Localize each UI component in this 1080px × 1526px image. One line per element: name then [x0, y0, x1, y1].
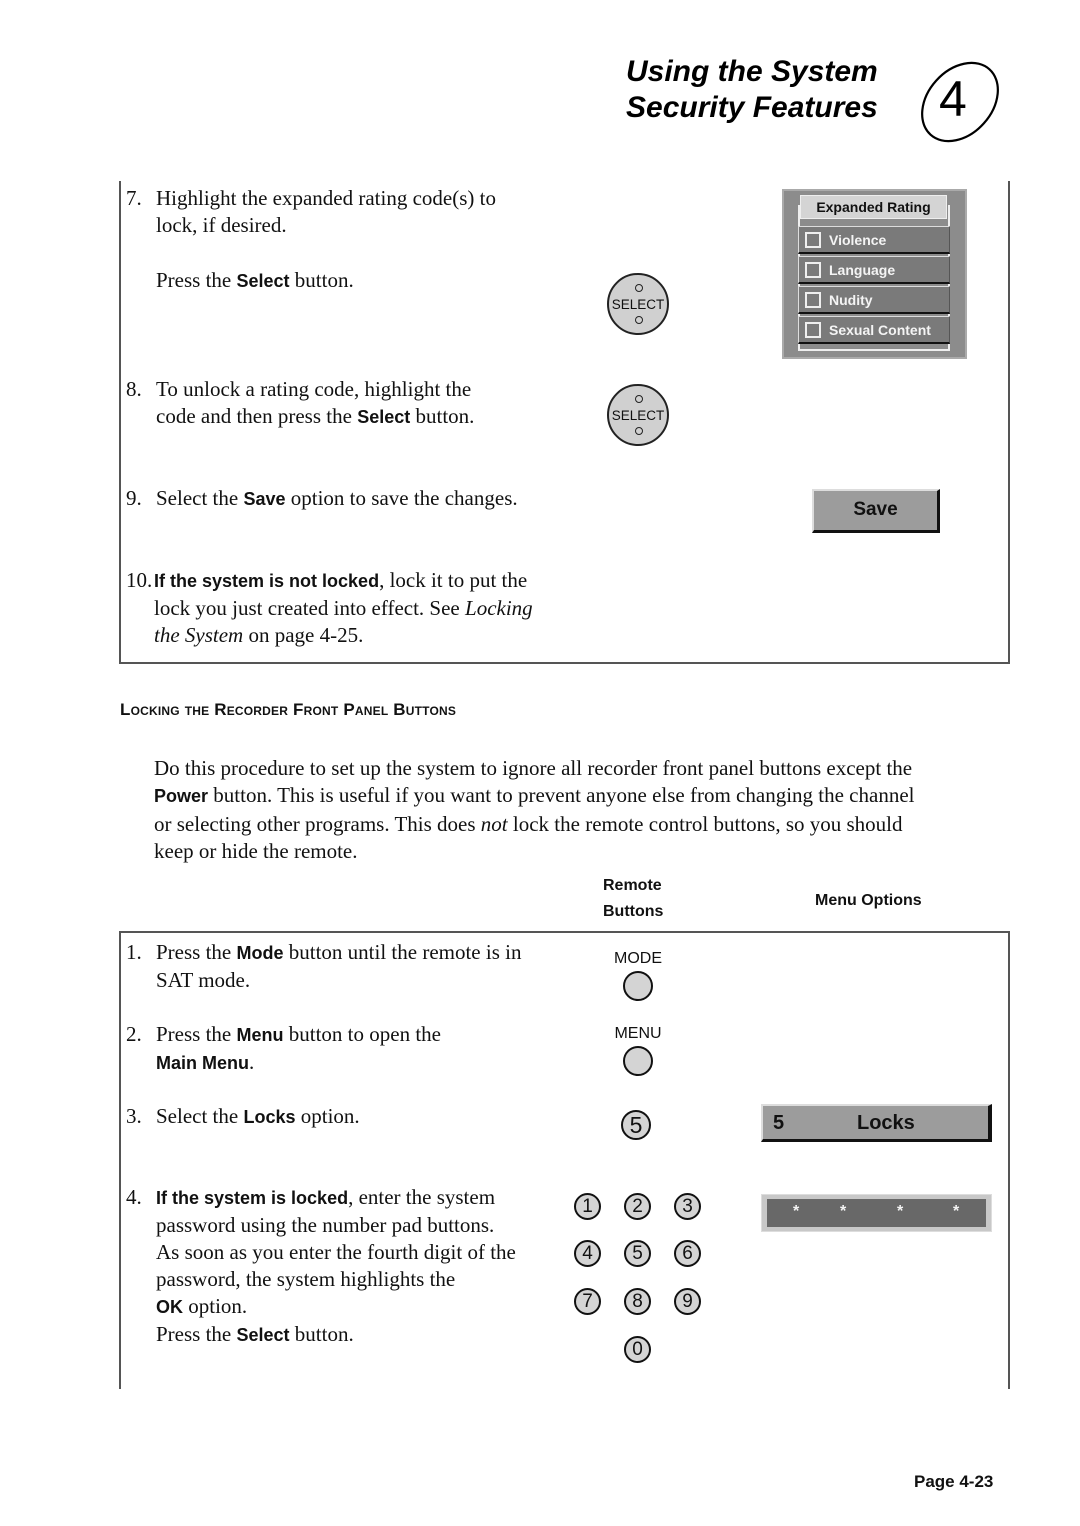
- checkbox-icon[interactable]: [805, 322, 821, 338]
- number-key-1[interactable]: 1: [574, 1193, 601, 1220]
- locks-menu-option[interactable]: 5 Locks: [761, 1104, 992, 1142]
- up-indicator-icon: [635, 284, 643, 292]
- checkbox-icon[interactable]: [805, 232, 821, 248]
- chapter-number: 4: [939, 71, 967, 127]
- checkbox-icon[interactable]: [805, 262, 821, 278]
- password-mask-char: *: [793, 1203, 800, 1220]
- rating-item-violence[interactable]: Violence: [798, 226, 950, 254]
- number-key-8[interactable]: 8: [624, 1288, 651, 1315]
- down-indicator-icon: [635, 316, 643, 324]
- number-key-2[interactable]: 2: [624, 1193, 651, 1220]
- select-button[interactable]: SELECT: [607, 273, 669, 335]
- mode-button[interactable]: [623, 971, 653, 1001]
- number-key-6[interactable]: 6: [674, 1240, 701, 1267]
- menu-button[interactable]: [623, 1046, 653, 1076]
- password-mask-char: *: [897, 1203, 904, 1220]
- expanded-rating-title: Expanded Rating: [800, 195, 947, 219]
- expanded-rating-panel: Expanded Rating Violence Language Nudity…: [782, 189, 967, 359]
- mode-button-label: MODE: [614, 950, 662, 967]
- intro-paragraph: Do this procedure to set up the system t…: [154, 756, 915, 863]
- chapter-title: Using the System Security Features: [626, 54, 878, 126]
- number-key-4[interactable]: 4: [574, 1240, 601, 1267]
- rating-item-sexual-content[interactable]: Sexual Content: [798, 316, 950, 344]
- number-key-0[interactable]: 0: [624, 1336, 651, 1363]
- number-key-9[interactable]: 9: [674, 1288, 701, 1315]
- chapter-title-line2: Security Features: [626, 91, 878, 124]
- chapter-title-line1: Using the System: [626, 55, 878, 88]
- chapter-number-badge: 4: [905, 55, 1015, 150]
- page-number: Page 4-23: [914, 1472, 994, 1491]
- password-field[interactable]: * * * *: [761, 1194, 992, 1232]
- number-key-7[interactable]: 7: [574, 1288, 601, 1315]
- section-heading: Locking the Recorder Front Panel Buttons: [120, 700, 457, 719]
- column-header-menu-options: Menu Options: [815, 892, 922, 909]
- checkbox-icon[interactable]: [805, 292, 821, 308]
- select-button[interactable]: SELECT: [607, 384, 669, 446]
- up-indicator-icon: [635, 395, 643, 403]
- save-button[interactable]: Save: [812, 489, 940, 533]
- rating-item-nudity[interactable]: Nudity: [798, 286, 950, 314]
- locks-option-number: 5: [773, 1112, 785, 1134]
- down-indicator-icon: [635, 427, 643, 435]
- locks-option-label: Locks: [857, 1112, 915, 1134]
- password-mask-char: *: [840, 1203, 847, 1220]
- rating-item-language[interactable]: Language: [798, 256, 950, 284]
- column-header-remote-buttons: Remote Buttons: [603, 877, 664, 920]
- password-mask-char: *: [953, 1203, 960, 1220]
- number-key-5-locks[interactable]: 5: [621, 1110, 651, 1140]
- number-key-3[interactable]: 3: [674, 1193, 701, 1220]
- number-key-5[interactable]: 5: [624, 1240, 651, 1267]
- menu-button-label: MENU: [614, 1025, 662, 1042]
